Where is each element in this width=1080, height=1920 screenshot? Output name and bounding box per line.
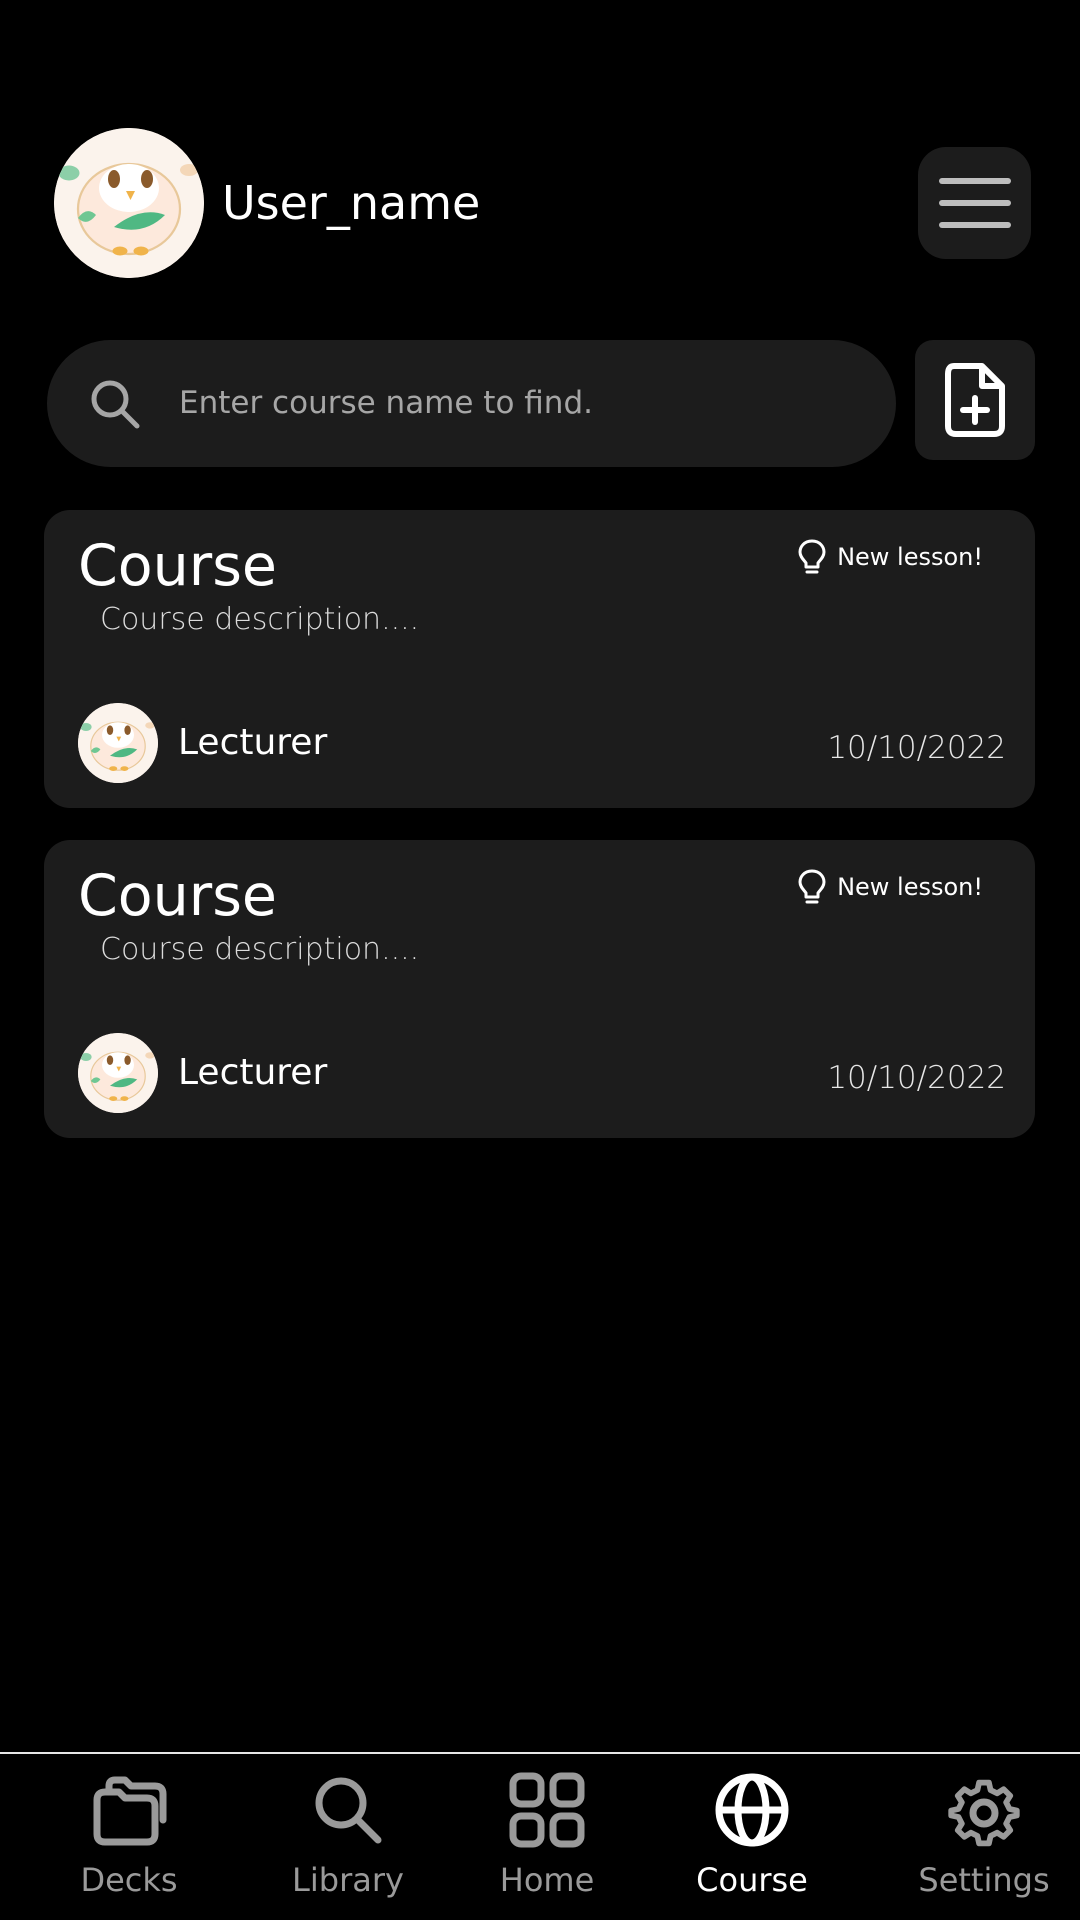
lecturer-name: Lecturer <box>178 722 328 763</box>
course-date: 10/10/2022 <box>827 730 1006 766</box>
course-card[interactable]: Course New lesson! Course description...… <box>44 840 1035 1138</box>
bottom-nav: Decks Library Home Course Settings <box>0 1752 1080 1920</box>
search-icon <box>315 1777 382 1844</box>
lecturer-avatar <box>78 703 158 783</box>
lecturer-avatar <box>78 1033 158 1113</box>
nav-label: Settings <box>918 1861 1050 1899</box>
course-screen: User_name Course New lesso <box>0 0 1080 1920</box>
bird-avatar-icon <box>54 128 204 278</box>
gear-icon <box>948 1779 1020 1847</box>
course-card[interactable]: Course New lesson! Course description...… <box>44 510 1035 808</box>
grid-icon <box>509 1772 585 1848</box>
new-lesson-badge: New lesson! <box>797 868 983 906</box>
file-plus-icon <box>945 363 1005 437</box>
bird-avatar-icon <box>78 1033 158 1113</box>
course-title: Course <box>78 863 277 929</box>
nav-label: Library <box>292 1861 404 1899</box>
globe-icon <box>715 1773 789 1847</box>
username: User_name <box>222 176 481 230</box>
hamburger-menu-icon <box>938 178 1011 228</box>
lightbulb-icon <box>798 539 826 574</box>
nav-item-decks[interactable]: Decks <box>70 1770 188 1910</box>
lecturer-name: Lecturer <box>178 1052 328 1093</box>
new-lesson-label: New lesson! <box>837 543 983 571</box>
new-lesson-badge: New lesson! <box>797 538 983 576</box>
nav-item-course[interactable]: Course <box>688 1770 816 1910</box>
nav-item-settings[interactable]: Settings <box>912 1770 1056 1910</box>
course-title: Course <box>78 533 277 599</box>
nav-label: Home <box>499 1861 595 1899</box>
lightbulb-icon <box>798 869 826 904</box>
nav-item-home[interactable]: Home <box>490 1770 604 1910</box>
add-course-button[interactable] <box>915 340 1035 460</box>
menu-button[interactable] <box>918 147 1031 259</box>
search-bar[interactable] <box>47 340 896 467</box>
search-icon <box>91 380 140 429</box>
new-lesson-label: New lesson! <box>837 873 983 901</box>
course-description: Course description.... <box>100 602 420 637</box>
course-description: Course description.... <box>100 932 420 967</box>
nav-item-library[interactable]: Library <box>282 1770 414 1910</box>
user-avatar[interactable] <box>54 128 204 278</box>
bird-avatar-icon <box>78 703 158 783</box>
search-input[interactable] <box>179 370 869 436</box>
nav-label: Decks <box>80 1861 178 1899</box>
folder-icon <box>93 1776 167 1846</box>
nav-label: Course <box>696 1861 808 1899</box>
course-date: 10/10/2022 <box>827 1060 1006 1096</box>
